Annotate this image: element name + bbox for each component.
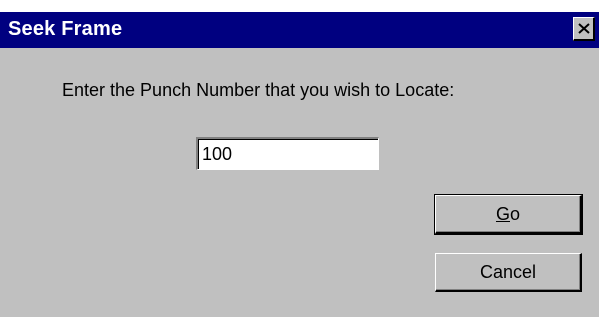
seek-frame-dialog: Seek Frame Enter the Punch Number that y… [0,0,599,317]
window-title: Seek Frame [8,18,123,40]
punch-number-input[interactable] [196,137,379,170]
title-bar[interactable]: Seek Frame [0,12,599,48]
go-mnemonic: G [495,203,510,224]
close-icon [577,23,590,34]
go-button[interactable]: Go [434,194,583,235]
cancel-button[interactable]: Cancel [435,253,582,292]
top-strip [0,0,599,12]
close-button[interactable] [573,17,595,41]
prompt-label: Enter the Punch Number that you wish to … [62,80,455,100]
go-label-rest: o [510,203,521,224]
